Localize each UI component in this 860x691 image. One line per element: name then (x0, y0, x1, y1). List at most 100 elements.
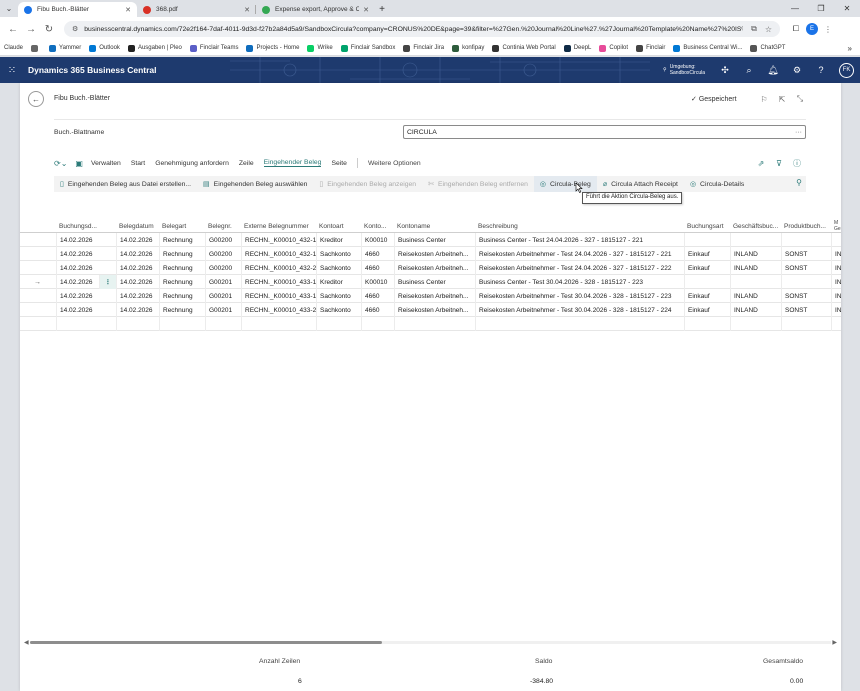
column-header[interactable]: Kontoart (316, 219, 361, 233)
grid-cell[interactable]: Rechnung (159, 303, 205, 317)
grid-cell[interactable]: Reisekosten Arbeitneh... (394, 247, 475, 261)
grid-cell[interactable] (730, 317, 781, 331)
grid-cell[interactable]: Reisekosten Arbeitnehmer - Test 24.04.20… (475, 261, 684, 275)
table-row[interactable]: 14.02.2026 14.02.2026 Rechnung G00200 RECHN.… (20, 247, 841, 261)
grid-cell[interactable]: INLAND (730, 289, 781, 303)
bookmark-icon[interactable]: ⚐ (755, 92, 773, 106)
filter-icon[interactable]: ⊽ (770, 156, 788, 170)
bookmark-star-icon[interactable]: ☆ (765, 25, 772, 34)
grid-cell[interactable] (205, 317, 241, 331)
grid-cell[interactable]: SONST (781, 247, 831, 261)
grid-cell[interactable]: 14.02.2026 (56, 289, 99, 303)
action-tab[interactable]: Seite (331, 160, 347, 167)
grid-cell[interactable] (316, 317, 361, 331)
grid-cell[interactable]: K00010 (361, 233, 394, 247)
user-avatar[interactable]: FK (839, 62, 854, 78)
grid-cell[interactable]: Reisekosten Arbeitneh... (394, 289, 475, 303)
browser-tab[interactable]: Expense export, Approve & Co ✕ (256, 2, 375, 17)
lookup-dots-icon[interactable]: ··· (795, 129, 802, 136)
search-icon[interactable]: ⌕ (737, 57, 761, 83)
grid-cell[interactable]: Reisekosten Arbeitnehmer - Test 30.04.20… (475, 289, 684, 303)
close-window-icon[interactable]: ✕ (834, 0, 860, 16)
bookmark-item[interactable]: konfipay (452, 44, 484, 52)
grid-cell[interactable]: INLAND (730, 261, 781, 275)
save-view-icon[interactable]: ▣ (75, 159, 83, 168)
grid-cell[interactable]: 14.02.2026 (56, 247, 99, 261)
more-options-button[interactable]: Weitere Optionen (368, 160, 421, 167)
grid-cell[interactable]: 14.02.2026 (56, 275, 99, 289)
edit-mode-icon[interactable]: ⟳⌄ (54, 159, 67, 168)
grid-cell[interactable]: 14.02.2026 (56, 233, 99, 247)
back-icon[interactable]: ← (4, 20, 22, 38)
more-bookmarks-icon[interactable]: » (848, 44, 852, 53)
install-app-icon[interactable]: ⧉ (751, 24, 757, 34)
grid-cell[interactable]: IN (831, 261, 841, 275)
grid-cell[interactable]: Rechnung (159, 289, 205, 303)
extensions-icon[interactable]: ⧠ (788, 21, 804, 37)
grid-cell[interactable]: 4660 (361, 261, 394, 275)
grid-cell[interactable] (730, 233, 781, 247)
grid-cell[interactable] (831, 233, 841, 247)
column-header[interactable]: Beschreibung (475, 219, 684, 233)
address-bar[interactable]: ⚙ businesscentral.dynamics.com/72e2f164-… (64, 21, 780, 37)
grid-cell[interactable] (781, 233, 831, 247)
app-launcher-icon[interactable]: ⁙ (0, 57, 24, 83)
grid-cell[interactable]: RECHN._K00010_433-1 (241, 289, 316, 303)
grid-cell[interactable]: IN (831, 247, 841, 261)
grid-cell[interactable]: SONST (781, 289, 831, 303)
column-header[interactable]: Belegnr. (205, 219, 241, 233)
grid-cell[interactable] (684, 317, 730, 331)
scroll-thumb[interactable] (30, 641, 382, 644)
settings-gear-icon[interactable]: ⚙ (785, 57, 809, 83)
grid-cell[interactable]: IN (831, 275, 841, 289)
grid-cell[interactable]: Business Center (394, 233, 475, 247)
table-row[interactable]: 14.02.2026 14.02.2026 Rechnung G00201 RECHN.… (20, 303, 841, 317)
grid-cell[interactable]: Einkauf (684, 289, 730, 303)
grid-cell[interactable]: G00201 (205, 289, 241, 303)
grid-cell[interactable]: Sachkonto (316, 261, 361, 275)
browser-menu-icon[interactable]: ⋮ (820, 21, 836, 37)
grid-cell[interactable]: G00201 (205, 303, 241, 317)
grid-cell[interactable] (831, 317, 841, 331)
grid-cell[interactable] (56, 317, 116, 331)
grid-cell[interactable]: RECHN._K00010_433-2 (241, 303, 316, 317)
row-actions-menu-icon[interactable]: ⋮ (99, 275, 116, 289)
grid-cell[interactable]: K00010 (361, 275, 394, 289)
minimize-icon[interactable]: — (782, 0, 808, 16)
bookmark-item[interactable]: Claude (4, 45, 23, 51)
grid-cell[interactable]: Sachkonto (316, 247, 361, 261)
tab-close-icon[interactable]: ✕ (125, 6, 131, 14)
grid-cell[interactable] (684, 233, 730, 247)
tab-close-icon[interactable]: ✕ (244, 6, 250, 14)
bookmark-item[interactable] (31, 44, 41, 52)
grid-cell[interactable]: Reisekosten Arbeitneh... (394, 261, 475, 275)
action-tab[interactable]: Verwalten (91, 160, 121, 167)
grid-cell[interactable] (781, 275, 831, 289)
reload-icon[interactable]: ↻ (40, 20, 58, 38)
grid-cell[interactable]: 4660 (361, 289, 394, 303)
bookmark-item[interactable]: Business Central Wi... (673, 44, 742, 52)
browser-tab[interactable]: Fibu Buch.-Blätter ✕ (18, 2, 137, 17)
grid-cell[interactable] (159, 317, 205, 331)
tab-search-icon[interactable]: ⌄ (0, 0, 18, 17)
table-row[interactable]: 14.02.2026 14.02.2026 Rechnung G00200 RECHN.… (20, 261, 841, 275)
grid-cell[interactable]: SONST (781, 261, 831, 275)
subaction-button[interactable]: ◎ Circula-Beleg (533, 176, 597, 192)
grid-cell[interactable]: Einkauf (684, 303, 730, 317)
grid-cell[interactable]: 14.02.2026 (116, 233, 159, 247)
grid-cell[interactable]: G00200 (205, 233, 241, 247)
grid-cell[interactable]: RECHN._K00010_432-1 (241, 233, 316, 247)
bookmark-item[interactable]: Yammer (49, 44, 81, 52)
bookmark-item[interactable]: Finclair Teams (189, 44, 238, 52)
grid-cell[interactable]: 4660 (361, 247, 394, 261)
grid-cell[interactable]: Rechnung (159, 247, 205, 261)
table-row[interactable]: 14.02.2026 14.02.2026 Rechnung G00201 RECHN.… (20, 289, 841, 303)
column-header[interactable]: Externe Belegnummer (241, 219, 316, 233)
notification-bell-icon[interactable]: 🔔︎ (761, 57, 785, 83)
table-row[interactable]: → ⋮ 14.02.2026 14.02.2026 Rechnung G00201 RECH… (20, 275, 841, 289)
grid-cell[interactable]: Business Center (394, 275, 475, 289)
column-header[interactable]: Belegart (159, 219, 205, 233)
grid-cell[interactable]: 14.02.2026 (116, 247, 159, 261)
grid-cell[interactable]: Reisekosten Arbeitnehmer - Test 24.04.20… (475, 247, 684, 261)
site-info-icon[interactable]: ⚙ (72, 25, 78, 33)
